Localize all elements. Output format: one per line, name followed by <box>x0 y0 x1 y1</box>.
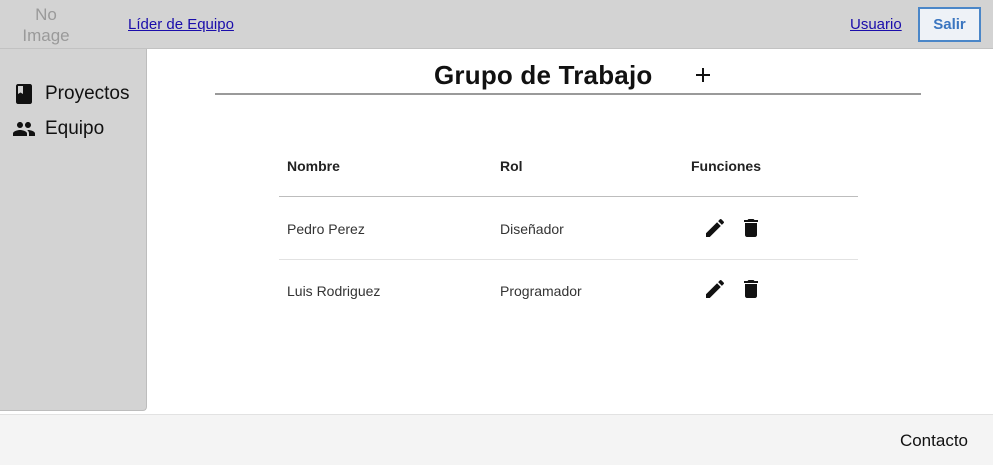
page-title: Grupo de Trabajo <box>434 60 653 90</box>
sidebar-item-label: Equipo <box>45 118 105 139</box>
sidebar: Proyectos Equipo <box>0 49 147 411</box>
role-link[interactable]: Líder de Equipo <box>128 16 234 33</box>
cell-nombre: Pedro Perez <box>287 221 365 237</box>
user-link[interactable]: Usuario <box>850 16 902 33</box>
logout-button[interactable]: Salir <box>918 7 981 42</box>
plus-icon[interactable] <box>691 63 715 87</box>
edit-icon[interactable] <box>703 216 727 240</box>
title-divider <box>215 93 921 95</box>
edit-icon[interactable] <box>703 277 727 301</box>
cell-nombre: Luis Rodriguez <box>287 283 381 299</box>
trash-icon[interactable] <box>739 216 763 240</box>
row-divider <box>279 259 858 260</box>
cell-rol: Programador <box>500 283 582 299</box>
column-header-nombre: Nombre <box>287 158 340 174</box>
sidebar-item-label: Proyectos <box>45 83 130 104</box>
logo-placeholder: No Image <box>22 5 70 45</box>
trash-icon[interactable] <box>739 277 763 301</box>
header-divider <box>279 196 858 197</box>
sidebar-item-proyectos[interactable]: Proyectos <box>12 82 129 106</box>
book-icon <box>16 84 32 104</box>
sidebar-item-equipo[interactable]: Equipo <box>12 117 104 141</box>
footer: Contacto <box>0 414 993 465</box>
column-header-funciones: Funciones <box>691 158 762 174</box>
people-icon <box>13 122 35 136</box>
contact-link[interactable]: Contacto <box>900 431 968 451</box>
top-bar: No Image Líder de Equipo Usuario Salir <box>0 0 993 49</box>
column-header-rol: Rol <box>500 158 523 174</box>
cell-rol: Diseñador <box>500 221 564 237</box>
